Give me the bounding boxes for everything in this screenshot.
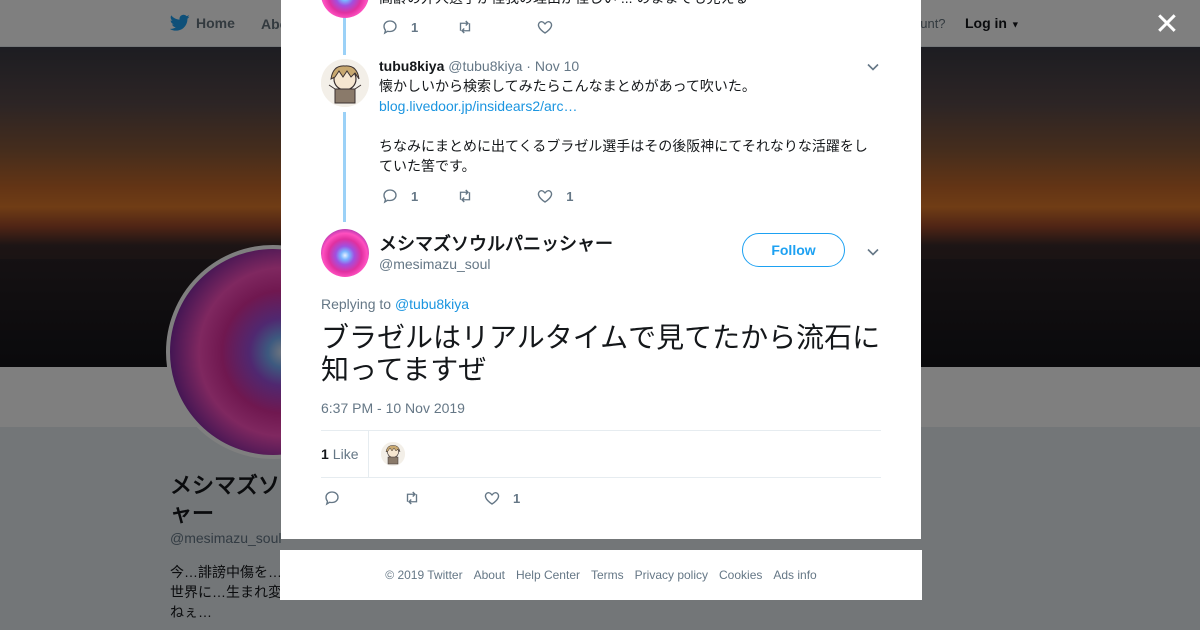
chevron-down-icon[interactable] xyxy=(866,60,880,74)
main-tweet-actions: 1 xyxy=(323,489,520,507)
retweet-button[interactable] xyxy=(456,18,474,36)
retweet-icon xyxy=(460,189,471,203)
likes-number: 1 xyxy=(321,446,329,462)
tweet-line: ちなみにまとめに出てくるブラゼル選手はその後阪神にてそれなりな活躍をしていた筈で… xyxy=(379,138,868,174)
tweet-author-handle[interactable]: @tubu8kiya xyxy=(448,58,522,74)
main-tweet-text: ブラゼルはリアルタイムで見てたから流石に知ってますぜ xyxy=(321,322,881,385)
main-tweet-author-handle[interactable]: @mesimazu_soul xyxy=(379,256,490,272)
reply-icon xyxy=(383,20,397,35)
tweet-line: 懐かしいから検索してみたらこんなまとめがあって吹いた。 xyxy=(379,78,756,94)
footer-link-terms[interactable]: Terms xyxy=(591,568,624,582)
retweet-icon xyxy=(406,491,418,505)
main-tweet-author-name[interactable]: メシマズソウルパニッシャー xyxy=(379,230,613,256)
heart-icon xyxy=(538,21,553,34)
close-icon[interactable]: ✕ xyxy=(1154,10,1180,40)
retweet-button[interactable] xyxy=(403,489,421,507)
footer-link-about[interactable]: About xyxy=(474,568,505,582)
chevron-down-icon[interactable] xyxy=(866,245,880,259)
liker-avatar-illustration xyxy=(381,442,406,466)
replying-prefix: Replying to xyxy=(321,296,395,312)
reply-icon xyxy=(383,189,397,204)
separator-dot: · xyxy=(526,58,531,74)
follow-button[interactable]: Follow xyxy=(742,233,845,267)
tweet-actions: 1 1 xyxy=(381,187,573,205)
replying-to: Replying to @tubu8kiya xyxy=(321,296,469,312)
retweet-icon xyxy=(460,20,471,34)
tweet-header: tubu8kiya @tubu8kiya · Nov 10 xyxy=(379,58,579,74)
avatar[interactable] xyxy=(321,0,369,18)
avatar[interactable] xyxy=(321,59,369,107)
like-button[interactable]: 1 xyxy=(483,489,520,507)
tweet-text: 懐かしいから検索してみたらこんなまとめがあって吹いた。 blog.livedoo… xyxy=(379,76,879,176)
footer-link-help-center[interactable]: Help Center xyxy=(516,568,580,582)
tweet-link[interactable]: blog.livedoor.jp/insidears2/arc… xyxy=(379,96,879,116)
modal-footer: © 2019 Twitter About Help Center Terms P… xyxy=(280,550,922,600)
reply-icon xyxy=(325,491,339,506)
like-count: 1 xyxy=(513,490,521,506)
tweet-text-partial: 高齢の外人選手が怪我の理由が怪しい ... のままでも見える xyxy=(379,0,879,8)
main-tweet-timestamp[interactable]: 6:37 PM - 10 Nov 2019 xyxy=(321,400,465,416)
footer-copyright: © 2019 Twitter xyxy=(385,568,463,582)
retweet-button[interactable] xyxy=(456,187,474,205)
thread-line xyxy=(343,112,346,222)
like-count: 1 xyxy=(566,188,574,204)
footer-link-privacy[interactable]: Privacy policy xyxy=(635,568,708,582)
like-button[interactable]: 1 xyxy=(536,187,573,205)
tweet-actions: 1 xyxy=(381,18,554,36)
reply-button[interactable]: 1 xyxy=(381,187,418,205)
divider xyxy=(321,477,881,478)
tweet-author-name[interactable]: tubu8kiya xyxy=(379,58,444,74)
heart-icon xyxy=(484,492,500,505)
like-button[interactable] xyxy=(536,18,554,36)
reply-button[interactable] xyxy=(323,489,341,507)
avatar[interactable] xyxy=(321,229,369,277)
reply-count: 1 xyxy=(411,19,419,35)
tweet-date[interactable]: Nov 10 xyxy=(535,58,579,74)
footer-link-cookies[interactable]: Cookies xyxy=(719,568,762,582)
liker-avatar[interactable] xyxy=(381,442,406,466)
reply-button[interactable]: 1 xyxy=(381,18,418,36)
likes-row: 1 Like xyxy=(321,431,881,477)
tweet-modal: 高齢の外人選手が怪我の理由が怪しい ... のままでも見える 1 tubu8ki… xyxy=(281,0,921,539)
reply-count: 1 xyxy=(411,188,419,204)
avatar-illustration xyxy=(321,59,369,107)
footer-link-ads-info[interactable]: Ads info xyxy=(773,568,816,582)
likes-count[interactable]: 1 Like xyxy=(321,431,370,477)
replying-to-link[interactable]: @tubu8kiya xyxy=(395,296,469,312)
likes-label: Like xyxy=(332,446,359,462)
heart-icon xyxy=(538,190,553,203)
